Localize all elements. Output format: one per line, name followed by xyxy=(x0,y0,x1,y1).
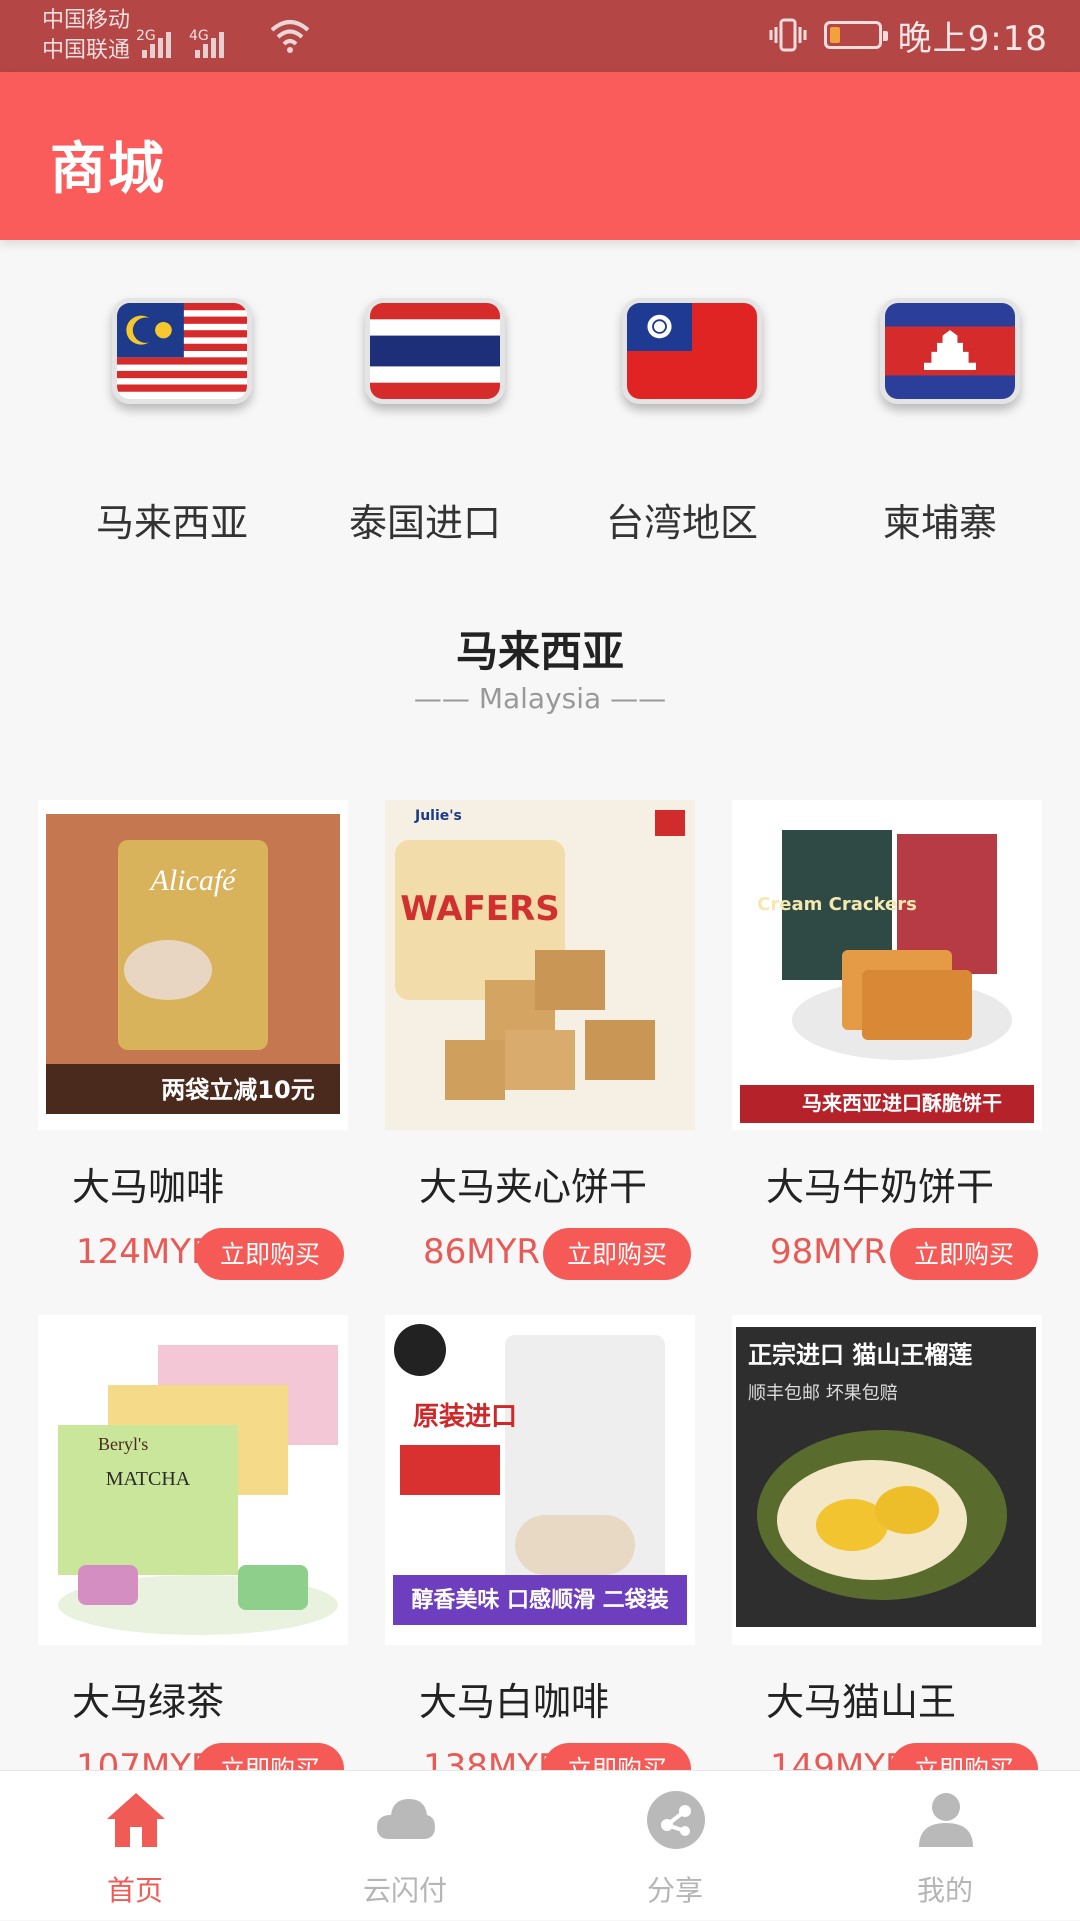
product-name: 大马夹心饼干 xyxy=(419,1165,648,1209)
wifi-icon xyxy=(270,20,310,53)
product-card[interactable]: 正宗进口 猫山王榴莲 顺丰包邮 坏果包赔 大马猫山王 149MYR 立即购买 xyxy=(732,1315,1044,1815)
country-item-taiwan[interactable]: 台湾地区 xyxy=(572,270,792,550)
buy-now-button[interactable]: 立即购买 xyxy=(890,1228,1038,1280)
product-name: 大马绿茶 xyxy=(72,1680,225,1724)
nav-cloudpay[interactable]: 云闪付 xyxy=(270,1771,540,1921)
bottom-nav: 首页 云闪付 分享 我的 xyxy=(0,1770,1080,1920)
product-image[interactable]: 原装进口 醇香美味 口感顺滑 二袋装 xyxy=(385,1315,695,1645)
product-image-badge: 醇香美味 口感顺滑 二袋装 xyxy=(411,1587,668,1613)
signal-2g-icon: 2G xyxy=(136,28,171,58)
product-image-text: MATCHA xyxy=(106,1468,191,1490)
signal-indicators: 2G 4G xyxy=(136,14,224,58)
product-name: 大马猫山王 xyxy=(766,1680,957,1724)
product-price: 98MYR xyxy=(770,1232,887,1272)
product-card[interactable]: MATCHA Beryl's 大马绿茶 107MYR 立即购买 xyxy=(38,1315,350,1815)
country-item-thailand[interactable]: 泰国进口 xyxy=(315,270,535,550)
nav-label: 我的 xyxy=(916,1874,973,1907)
country-label: 泰国进口 xyxy=(348,501,501,545)
product-name: 大马白咖啡 xyxy=(419,1680,610,1724)
nav-home[interactable]: 首页 xyxy=(0,1771,270,1921)
malaysia-flag-icon xyxy=(112,298,252,404)
country-label: 台湾地区 xyxy=(605,501,758,545)
product-price: 86MYR xyxy=(423,1232,540,1272)
product-image[interactable]: MATCHA Beryl's xyxy=(38,1315,348,1645)
share-icon xyxy=(647,1791,705,1849)
nav-share[interactable]: 分享 xyxy=(540,1771,810,1921)
cambodia-flag-icon xyxy=(880,298,1020,404)
product-name: 大马咖啡 xyxy=(72,1165,225,1209)
product-image-text: 正宗进口 猫山王榴莲 xyxy=(748,1341,972,1369)
product-card[interactable]: Cream Crackers 马来西亚进口酥脆饼干 大马牛奶饼干 98MYR 立… xyxy=(732,800,1044,1300)
section-subtitle: —— Malaysia —— xyxy=(413,682,667,715)
net-type-2: 4G xyxy=(189,28,209,44)
product-price: 124MYR xyxy=(76,1232,215,1272)
product-image-badge: 马来西亚进口酥脆饼干 xyxy=(802,1091,1002,1115)
carrier-2: 中国联通 xyxy=(42,38,131,63)
buy-now-button[interactable]: 立即购买 xyxy=(196,1228,344,1280)
product-image[interactable]: Alicafé 两袋立减10元 xyxy=(38,800,348,1130)
user-icon xyxy=(919,1793,973,1847)
nav-label: 分享 xyxy=(646,1874,703,1907)
product-card[interactable]: 原装进口 醇香美味 口感顺滑 二袋装 大马白咖啡 138MYR 立即购买 xyxy=(385,1315,697,1815)
country-item-cambodia[interactable]: 柬埔寨 xyxy=(830,270,1050,550)
battery-icon xyxy=(823,21,888,49)
signal-4g-icon: 4G xyxy=(189,28,224,58)
product-name: 大马牛奶饼干 xyxy=(766,1165,995,1209)
product-image-badge: 两袋立减10元 xyxy=(161,1076,314,1104)
section-title: 马来西亚 xyxy=(455,627,624,676)
cloud-icon xyxy=(377,1799,435,1839)
product-image[interactable]: WAFERS Julie's xyxy=(385,800,695,1130)
product-image[interactable]: Cream Crackers 马来西亚进口酥脆饼干 xyxy=(732,800,1042,1130)
carrier-info: 中国移动 中国联通 xyxy=(42,6,130,66)
net-type-1: 2G xyxy=(136,28,156,44)
product-image-text: Alicafé xyxy=(149,864,238,897)
clock: 晚上9:18 xyxy=(897,18,1048,59)
product-card[interactable]: WAFERS Julie's 大马夹心饼干 86MYR 立即购买 xyxy=(385,800,697,1300)
product-image-text: Cream Crackers xyxy=(757,894,917,915)
country-selector: 马来西亚 泰国进口 台湾地区 柬埔寨 xyxy=(0,270,1080,550)
nav-mine[interactable]: 我的 xyxy=(810,1771,1080,1921)
page-title: 商城 xyxy=(50,137,166,202)
nav-label: 首页 xyxy=(106,1874,163,1907)
taiwan-flag-icon xyxy=(622,298,762,404)
buy-now-button[interactable]: 立即购买 xyxy=(543,1228,691,1280)
product-card[interactable]: Alicafé 两袋立减10元 大马咖啡 124MYR 立即购买 xyxy=(38,800,350,1300)
carrier-1: 中国移动 xyxy=(42,8,131,33)
product-image-text: 原装进口 xyxy=(413,1402,517,1432)
product-image-badge: Beryl's xyxy=(98,1434,148,1454)
vibrate-icon xyxy=(769,18,807,52)
product-image-badge: Julie's xyxy=(414,808,462,824)
thailand-flag-icon xyxy=(365,298,505,404)
status-right: 晚上9:18 xyxy=(768,10,1048,60)
app-header: 商城 xyxy=(0,72,1080,240)
country-item-malaysia[interactable]: 马来西亚 xyxy=(62,270,282,550)
country-label: 马来西亚 xyxy=(95,501,248,545)
product-image-badge: 顺丰包邮 坏果包赔 xyxy=(748,1383,898,1404)
product-image[interactable]: 正宗进口 猫山王榴莲 顺丰包邮 坏果包赔 xyxy=(732,1315,1042,1645)
home-icon xyxy=(107,1793,165,1847)
nav-label: 云闪付 xyxy=(362,1874,447,1907)
country-label: 柬埔寨 xyxy=(882,501,997,545)
product-image-text: WAFERS xyxy=(400,889,559,929)
status-bar: 中国移动 中国联通 2G 4G 晚上9:18 xyxy=(0,0,1080,72)
